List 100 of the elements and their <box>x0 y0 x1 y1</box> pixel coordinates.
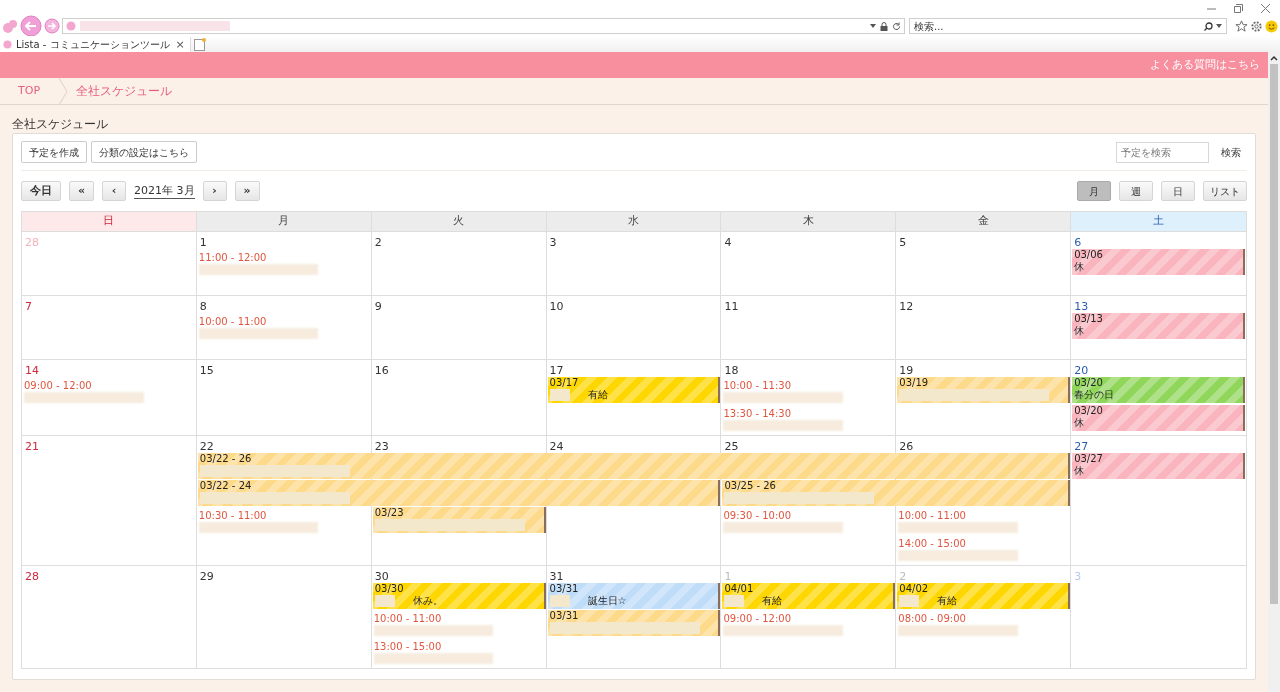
star-icon[interactable] <box>1235 19 1248 33</box>
day-number: 8 <box>199 300 207 313</box>
event-bar[interactable]: 03/31 誕生日☆ <box>547 583 721 609</box>
event-date: 03/06 <box>1074 249 1103 261</box>
event-title: 有給 <box>762 595 783 607</box>
event-bar[interactable]: 03/30 休み。 <box>372 583 546 609</box>
month-label: 2021年 3月 <box>134 183 195 199</box>
event-time[interactable]: 10:00 - 11:30 <box>723 379 792 392</box>
scroll-thumb[interactable] <box>1270 64 1278 604</box>
event-date: 03/13 <box>1074 313 1103 325</box>
event-time[interactable]: 13:00 - 15:00 <box>373 640 442 653</box>
search-button[interactable]: 検索 <box>1215 144 1247 160</box>
toolbar-button[interactable]: 予定を作成 <box>21 141 87 163</box>
smiley-icon[interactable] <box>1265 19 1278 33</box>
dropdown-icon[interactable] <box>1216 24 1222 28</box>
event-bar[interactable]: 03/31 <box>547 610 721 636</box>
event-time[interactable]: 11:00 - 12:00 <box>198 251 267 264</box>
day-number: 3 <box>1074 570 1082 583</box>
forward-icon[interactable] <box>44 18 60 34</box>
day-number: 24 <box>549 440 564 453</box>
tab-close-button[interactable]: × <box>173 39 187 50</box>
weekday-header: 水 <box>546 212 722 231</box>
event-bar[interactable]: 04/01 有給 <box>722 583 896 609</box>
event-time[interactable]: 14:00 - 15:00 <box>898 537 966 550</box>
browser-tab[interactable]: Lista - コミュニケーションツール × <box>0 37 191 52</box>
event-time[interactable]: 10:00 - 11:00 <box>373 612 442 625</box>
weekday-header: 金 <box>896 212 1072 231</box>
day-number: 23 <box>374 440 389 453</box>
event-bar[interactable]: 03/06 休 <box>1072 249 1245 275</box>
day-number: 28 <box>25 236 39 249</box>
view-tab[interactable]: 週 <box>1119 181 1153 201</box>
event-title: 休 <box>1074 417 1085 429</box>
day-number: 22 <box>199 440 214 453</box>
event-time[interactable]: 10:00 - 11:00 <box>898 509 966 522</box>
prev-year-button[interactable]: « <box>69 181 95 201</box>
event-bar[interactable]: 03/23 <box>372 507 546 533</box>
day-number: 30 <box>374 570 389 583</box>
event-bar[interactable]: 03/19 <box>897 377 1071 403</box>
event-bar[interactable]: 04/02 有給 <box>897 583 1071 609</box>
site-icon <box>3 40 12 49</box>
event-bar[interactable]: 03/27 休 <box>1072 453 1245 479</box>
day-number: 29 <box>199 570 214 583</box>
event-time[interactable]: 09:00 - 12:00 <box>723 612 792 625</box>
view-tab[interactable]: 日 <box>1161 181 1195 201</box>
close-icon[interactable] <box>1261 3 1270 13</box>
weekday-header: 土 <box>1071 212 1246 231</box>
event-date: 03/25 - 26 <box>724 480 776 492</box>
event-bar[interactable]: 03/20 休 <box>1072 405 1245 431</box>
day-number: 14 <box>25 364 39 377</box>
event-date: 03/22 - 24 <box>199 480 252 492</box>
day-number: 9 <box>374 300 382 313</box>
next-month-button[interactable]: › <box>202 181 227 201</box>
event-bar[interactable]: 03/20 春分の日 <box>1072 377 1245 403</box>
event-time[interactable]: 09:30 - 10:00 <box>723 509 792 522</box>
event-time[interactable]: 09:00 - 12:00 <box>24 379 92 392</box>
event-title: 休み。 <box>412 595 443 607</box>
day-number: 2 <box>374 236 382 249</box>
event-bar[interactable]: 03/13 休 <box>1072 313 1245 339</box>
day-number: 12 <box>899 300 914 313</box>
event-bar[interactable]: 03/22 - 26 <box>197 453 1071 479</box>
view-tab[interactable]: 月 <box>1077 181 1111 201</box>
search-field[interactable]: 検索... <box>909 18 1227 34</box>
day-number: 15 <box>199 364 214 377</box>
refresh-icon[interactable] <box>892 21 901 31</box>
event-date: 03/31 <box>549 610 579 622</box>
day-number: 25 <box>724 440 739 453</box>
lock-icon <box>880 21 888 31</box>
event-date: 03/19 <box>899 377 929 389</box>
restore-icon[interactable] <box>1234 3 1243 13</box>
today-button[interactable]: 今日 <box>21 181 61 201</box>
weekday-header: 木 <box>721 212 897 231</box>
event-date: 04/01 <box>724 583 754 595</box>
event-bar[interactable]: 03/22 - 24 <box>197 480 721 506</box>
event-date: 03/20 <box>1074 405 1103 417</box>
next-year-button[interactable]: » <box>234 181 260 201</box>
event-title: 休 <box>1074 465 1085 477</box>
weekday-header: 火 <box>371 212 547 231</box>
day-number: 2 <box>899 570 907 583</box>
event-bar[interactable]: 03/17 有給 <box>547 377 721 403</box>
event-title: 誕生日☆ <box>587 595 627 607</box>
event-time[interactable]: 10:30 - 11:00 <box>198 509 267 522</box>
search-field[interactable]: 予定を検索 <box>1116 141 1209 163</box>
event-date: 03/17 <box>549 377 579 389</box>
event-time[interactable]: 10:00 - 11:00 <box>198 315 267 328</box>
prev-month-button[interactable]: ‹ <box>102 181 127 201</box>
toolbar-button[interactable]: 分類の設定はこちら <box>91 141 197 163</box>
dropdown-icon[interactable] <box>870 24 876 28</box>
day-number: 19 <box>899 364 914 377</box>
day-number: 17 <box>549 364 564 377</box>
new-tab-icon[interactable] <box>193 38 206 51</box>
day-number: 1 <box>724 570 732 583</box>
event-bar[interactable]: 03/25 - 26 <box>722 480 1071 506</box>
search-icon[interactable] <box>1204 21 1213 31</box>
event-date: 03/23 <box>374 507 404 519</box>
back-icon[interactable] <box>20 15 42 37</box>
day-number: 21 <box>25 440 39 453</box>
settings-icon[interactable] <box>1250 19 1263 33</box>
event-time[interactable]: 13:30 - 14:30 <box>723 407 792 420</box>
view-tab[interactable]: リスト <box>1203 181 1247 201</box>
event-time[interactable]: 08:00 - 09:00 <box>898 612 966 625</box>
